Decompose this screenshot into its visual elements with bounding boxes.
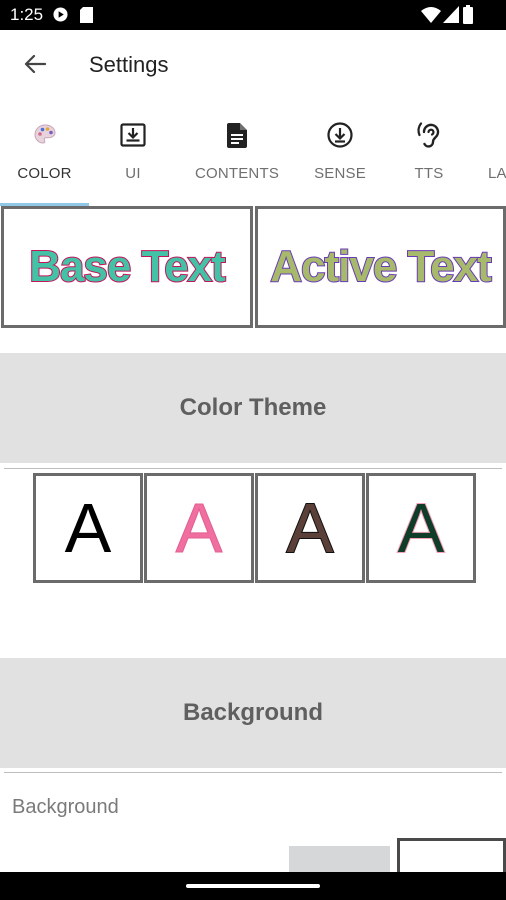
tab-label: LA — [488, 165, 506, 182]
hearing-icon — [414, 120, 444, 150]
color-theme-header: Color Theme — [0, 353, 506, 463]
theme-option-brown[interactable]: A — [255, 473, 365, 583]
tab-label: SENSE — [314, 165, 366, 182]
home-gesture-handle[interactable] — [186, 884, 320, 888]
settings-tab-bar: COLOR UI CONTENTS SENSE TTS LA — [0, 110, 506, 206]
document-icon — [222, 120, 252, 150]
tab-label: TTS — [414, 165, 444, 182]
tab-label: UI — [125, 165, 141, 182]
palette-icon — [30, 120, 60, 150]
active-text-label: Active Text — [269, 241, 492, 292]
tab-ui[interactable]: UI — [89, 110, 177, 206]
theme-letter: A — [64, 489, 112, 567]
tab-color[interactable]: COLOR — [0, 110, 89, 206]
background-label: Background — [12, 796, 119, 818]
theme-letter: A — [397, 489, 446, 567]
status-bar: 1:25 — [0, 0, 506, 30]
theme-option-black[interactable]: A — [33, 473, 143, 583]
download-circle-icon — [325, 120, 355, 150]
media-play-icon — [53, 7, 68, 27]
theme-option-pink[interactable]: A — [144, 473, 254, 583]
battery-icon — [463, 5, 473, 29]
background-option-white[interactable] — [397, 838, 506, 872]
tab-la[interactable]: LA — [472, 110, 506, 206]
background-option-gray[interactable] — [289, 846, 390, 872]
wifi-icon — [421, 6, 441, 28]
back-button[interactable] — [16, 47, 54, 85]
app-bar: Settings — [0, 30, 506, 100]
color-theme-options: A A A A — [33, 473, 476, 583]
tab-tts[interactable]: TTS — [386, 110, 472, 206]
theme-letter: A — [286, 489, 335, 567]
background-header: Background — [0, 658, 506, 768]
divider — [4, 468, 502, 469]
sd-card-icon — [80, 7, 93, 28]
download-box-icon — [118, 120, 148, 150]
base-text-label: Base Text — [28, 241, 227, 292]
active-text-preview[interactable]: Active Text — [255, 206, 506, 328]
navigation-bar — [0, 872, 506, 900]
tab-contents[interactable]: CONTENTS — [188, 110, 286, 206]
tab-sense[interactable]: SENSE — [296, 110, 384, 206]
arrow-back-icon — [24, 54, 47, 79]
theme-letter: A — [175, 489, 223, 567]
theme-option-green[interactable]: A — [366, 473, 476, 583]
base-text-preview[interactable]: Base Text — [1, 206, 253, 328]
tab-label: COLOR — [17, 165, 72, 182]
status-time: 1:25 — [10, 5, 44, 24]
page-title: Settings — [89, 52, 169, 77]
signal-icon — [443, 6, 459, 28]
tab-label: CONTENTS — [194, 165, 280, 182]
divider — [4, 772, 502, 773]
